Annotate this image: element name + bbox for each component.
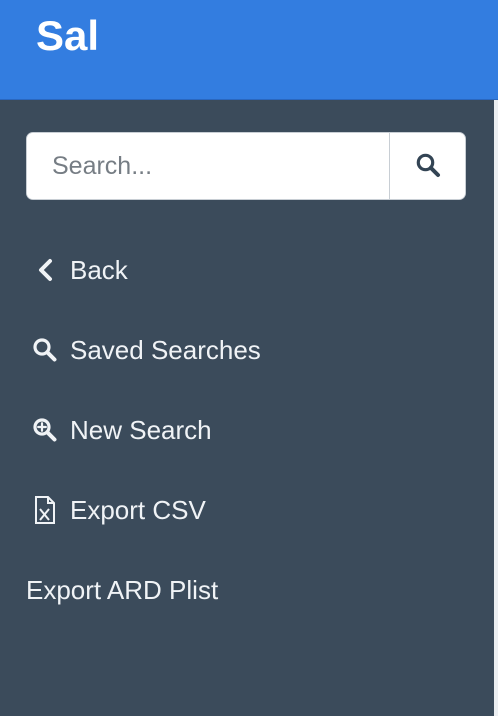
app-window: Sal Back Saved Searches <box>0 0 498 716</box>
sidebar-item-label: Export ARD Plist <box>26 575 219 605</box>
file-excel-icon <box>28 493 62 527</box>
search-button[interactable] <box>389 133 465 199</box>
sidebar-item-new-search[interactable]: New Search <box>28 410 212 450</box>
sidebar-item-back[interactable]: Back <box>28 250 128 290</box>
search-icon <box>28 333 62 367</box>
sidebar-item-label: Export CSV <box>70 495 206 525</box>
sidebar-item-export-ard-plist[interactable]: Export ARD Plist <box>26 570 218 610</box>
sidebar-item-label: New Search <box>70 415 212 445</box>
search-form <box>26 132 466 200</box>
page-scroll-edge <box>494 100 498 716</box>
brand-title[interactable]: Sal <box>36 10 99 62</box>
sidebar-item-export-csv[interactable]: Export CSV <box>28 490 206 530</box>
sidebar-item-label: Back <box>70 255 128 285</box>
search-icon <box>414 151 442 182</box>
search-input[interactable] <box>27 133 389 199</box>
sidebar-item-label: Saved Searches <box>70 335 261 365</box>
chevron-left-icon <box>28 253 62 287</box>
zoom-in-icon <box>28 413 62 447</box>
top-navbar: Sal <box>0 0 498 100</box>
sidebar-item-saved-searches[interactable]: Saved Searches <box>28 330 261 370</box>
